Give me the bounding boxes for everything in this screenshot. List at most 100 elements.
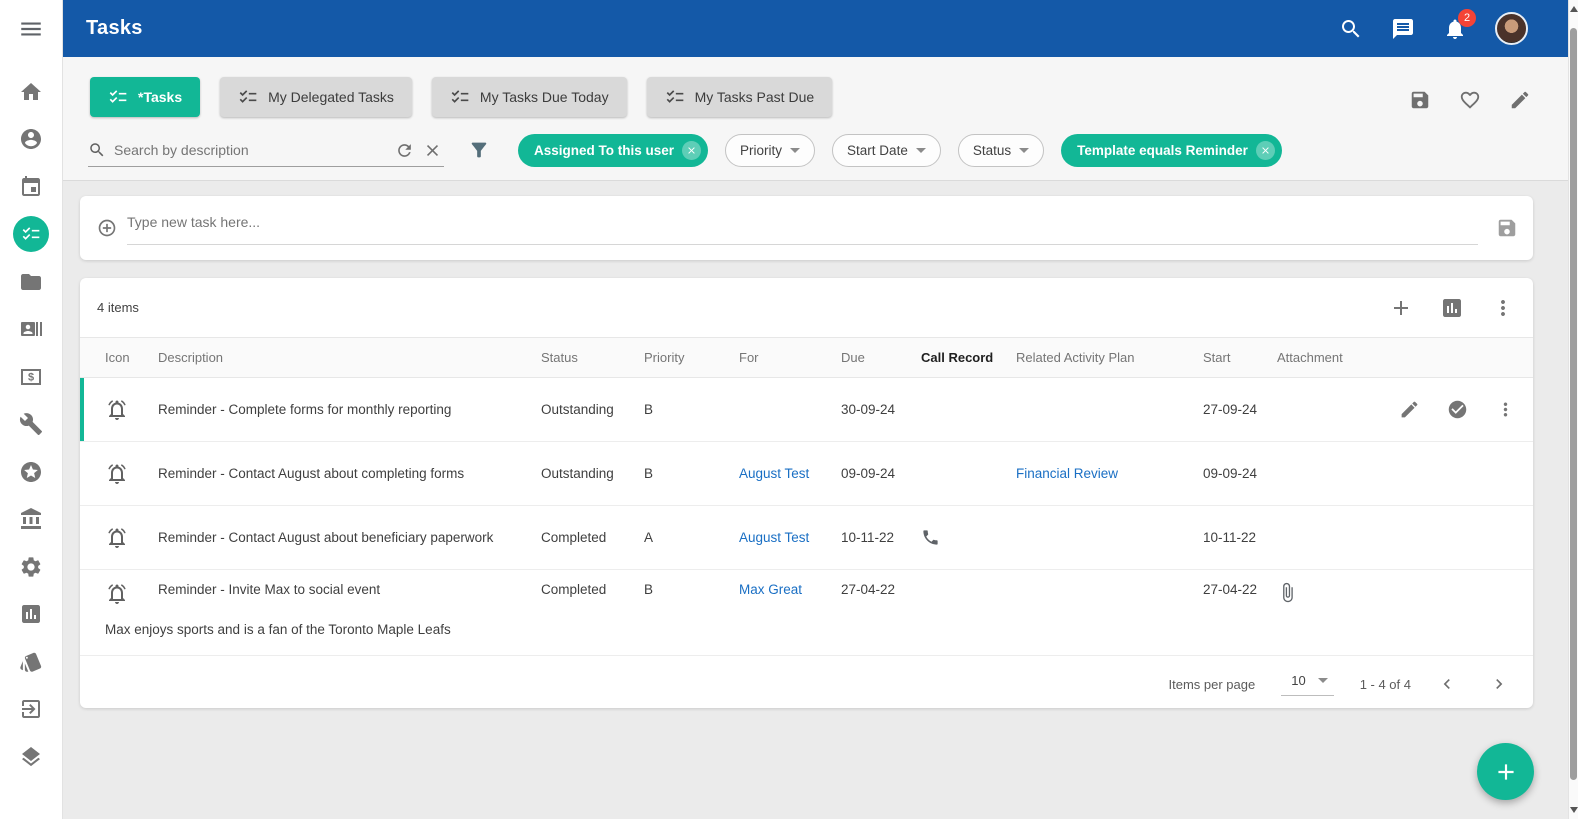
col-call-record: Call Record xyxy=(921,350,1016,365)
chip-template-equals-reminder[interactable]: Template equals Reminder xyxy=(1061,134,1282,167)
task-status: Completed xyxy=(541,530,644,545)
add-circle-icon[interactable] xyxy=(97,218,117,238)
row-actions xyxy=(1360,399,1533,420)
next-page-icon[interactable] xyxy=(1489,674,1509,694)
pager-buttons xyxy=(1437,674,1509,694)
save-task-icon[interactable] xyxy=(1496,217,1518,239)
gear-icon xyxy=(19,555,43,579)
notifications-button[interactable]: 2 xyxy=(1443,17,1467,41)
table-row[interactable]: Reminder - Complete forms for monthly re… xyxy=(80,378,1533,442)
col-related-activity-plan: Related Activity Plan xyxy=(1016,350,1203,365)
edit-pencil-icon[interactable] xyxy=(1399,399,1420,420)
tab-tasks[interactable]: *Tasks xyxy=(90,77,200,117)
search-icon[interactable] xyxy=(1339,17,1363,41)
sidebar-item-settings[interactable] xyxy=(0,543,62,591)
tab-my-tasks-past-due[interactable]: My Tasks Past Due xyxy=(647,77,833,117)
menu-icon[interactable] xyxy=(18,16,44,42)
col-description: Description xyxy=(158,350,541,365)
scrollbar-thumb[interactable] xyxy=(1570,28,1577,780)
phone-icon[interactable] xyxy=(921,528,940,547)
more-options-icon[interactable] xyxy=(1491,296,1515,320)
previous-page-icon[interactable] xyxy=(1437,674,1457,694)
table-row-main: Reminder - Invite Max to social event Co… xyxy=(80,570,1533,620)
search-input[interactable] xyxy=(114,142,344,158)
new-task-input[interactable] xyxy=(127,211,1478,230)
reminder-bell-icon xyxy=(105,398,129,422)
add-task-fab[interactable] xyxy=(1477,743,1534,800)
sidebar-item-home[interactable] xyxy=(0,68,62,116)
layers-icon xyxy=(19,745,43,769)
save-view-icon[interactable] xyxy=(1409,89,1431,111)
task-description: Reminder - Invite Max to social event xyxy=(158,582,541,597)
sidebar-item-tasks[interactable] xyxy=(0,211,62,259)
sidebar-item-exit[interactable] xyxy=(0,686,62,734)
task-start: 09-09-24 xyxy=(1203,466,1277,481)
sidebar-item-calendar[interactable] xyxy=(0,163,62,211)
task-priority: B xyxy=(644,582,739,597)
reminder-bell-icon xyxy=(105,582,129,606)
close-icon xyxy=(1260,145,1271,156)
avatar[interactable] xyxy=(1495,12,1528,45)
paperclip-icon[interactable] xyxy=(1277,582,1298,603)
complete-check-icon[interactable] xyxy=(1447,399,1468,420)
search-icon xyxy=(88,141,106,159)
task-for-link[interactable]: August Test xyxy=(739,530,841,545)
filter-section: *Tasks My Delegated Tasks My Tasks Due T… xyxy=(63,57,1568,181)
task-description: Reminder - Contact August about completi… xyxy=(158,466,541,481)
tasks-table-card: 4 items Icon Description Status Priority… xyxy=(80,278,1533,708)
task-for-link[interactable]: Max Great xyxy=(739,582,841,597)
chip-assigned-to-this-user[interactable]: Assigned To this user xyxy=(518,134,708,167)
filter-funnel-icon[interactable] xyxy=(468,139,490,161)
page-size-value: 10 xyxy=(1291,673,1305,688)
remove-filter-button[interactable] xyxy=(1256,141,1275,160)
sidebar-item-account[interactable] xyxy=(0,116,62,164)
task-priority: B xyxy=(644,402,739,417)
close-icon xyxy=(686,145,697,156)
sidebar-item-favorites[interactable] xyxy=(0,448,62,496)
sidebar-nav xyxy=(0,68,62,781)
col-due: Due xyxy=(841,350,921,365)
folder-icon xyxy=(19,270,43,294)
remove-filter-button[interactable] xyxy=(682,141,701,160)
chip-status[interactable]: Status xyxy=(958,134,1044,167)
sidebar-item-layers[interactable] xyxy=(0,733,62,781)
chart-view-icon[interactable] xyxy=(1440,296,1464,320)
chip-label: Assigned To this user xyxy=(534,143,674,158)
add-task-icon[interactable] xyxy=(1389,296,1413,320)
tab-my-tasks-due-today[interactable]: My Tasks Due Today xyxy=(432,77,627,117)
sidebar-item-billing[interactable] xyxy=(0,353,62,401)
active-indicator xyxy=(13,216,49,252)
vertical-scrollbar[interactable] xyxy=(1568,0,1578,819)
top-app-bar: Tasks 2 xyxy=(63,0,1568,57)
sidebar-item-documents[interactable] xyxy=(0,258,62,306)
person-icon xyxy=(19,127,43,151)
chip-start-date[interactable]: Start Date xyxy=(832,134,941,167)
chat-icon[interactable] xyxy=(1391,17,1415,41)
more-options-icon[interactable] xyxy=(1495,399,1516,420)
sidebar-item-tools[interactable] xyxy=(0,401,62,449)
tab-my-delegated-tasks[interactable]: My Delegated Tasks xyxy=(220,77,412,117)
sidebar-item-cards[interactable] xyxy=(0,638,62,686)
task-for-link[interactable]: August Test xyxy=(739,466,841,481)
table-row[interactable]: Reminder - Invite Max to social event Co… xyxy=(80,570,1533,656)
tab-label: My Delegated Tasks xyxy=(268,89,394,105)
topbar-actions: 2 xyxy=(1339,0,1528,57)
scroll-down-icon[interactable] xyxy=(1570,807,1578,813)
chip-label: Priority xyxy=(740,143,782,158)
edit-pencil-icon[interactable] xyxy=(1509,89,1531,111)
refresh-icon[interactable] xyxy=(395,141,414,160)
clear-search-icon[interactable] xyxy=(423,141,442,160)
favorite-heart-icon[interactable] xyxy=(1459,89,1481,111)
sidebar-item-contacts[interactable] xyxy=(0,306,62,354)
sidebar-item-reports[interactable] xyxy=(0,591,62,639)
page-size-select[interactable]: 10 xyxy=(1281,673,1333,696)
task-related-plan-link[interactable]: Financial Review xyxy=(1016,466,1203,481)
sidebar-item-institution[interactable] xyxy=(0,496,62,544)
table-row[interactable]: Reminder - Contact August about benefici… xyxy=(80,506,1533,570)
table-row[interactable]: Reminder - Contact August about completi… xyxy=(80,442,1533,506)
main-content: 4 items Icon Description Status Priority… xyxy=(63,181,1568,819)
pagination-bar: Items per page 10 1 - 4 of 4 xyxy=(80,656,1533,712)
col-icon: Icon xyxy=(105,350,158,365)
scroll-up-icon[interactable] xyxy=(1570,6,1578,12)
chip-priority[interactable]: Priority xyxy=(725,134,815,167)
